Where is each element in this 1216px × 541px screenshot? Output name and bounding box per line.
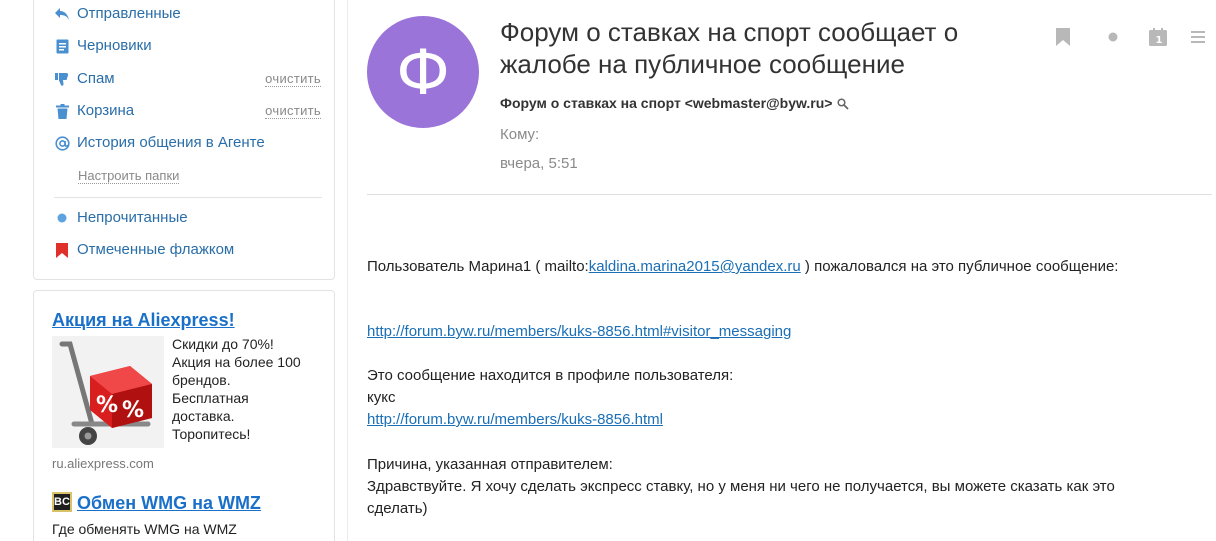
ad-text-line: Скидки до 70%! [172,336,274,352]
setup-folders-link[interactable]: Настроить папки [78,169,180,184]
avatar-letter: Ф [396,35,450,109]
sidebar-item-trash[interactable]: Корзина очистить [34,100,334,122]
ad-aliexpress-text: Скидки до 70%! Акция на более 100 брендо… [172,335,322,443]
message-subject: Форум о ставках на спорт сообщает о жало… [500,16,1020,80]
message-date: вчера, 5:51 [500,155,578,172]
ad-text-line: доставка. [172,408,235,424]
sidebar-item-label: Черновики [77,37,152,54]
ad-aliexpress-image[interactable]: % % [52,336,164,448]
sidebar: Отправленные Черновики Спам очистить Кор… [33,0,335,541]
calendar-icon[interactable]: 1 [1148,27,1168,47]
thumbs-down-icon [54,71,70,87]
ad-text-line: брендов. [172,372,231,388]
subject-line: Форум о ставках на спорт сообщает о [500,17,959,47]
recipient-label: Кому: [500,126,540,143]
sidebar-item-unread[interactable]: Непрочитанные [34,207,334,229]
body-line: Это сообщение находится в профиле пользо… [367,367,734,384]
at-sign-icon [54,135,70,151]
clear-trash-link[interactable]: очистить [265,104,321,119]
body-line: кукс [367,389,396,406]
clear-spam-link[interactable]: очистить [265,72,321,87]
search-icon[interactable] [837,97,850,110]
body-line: Причина, указанная отправителем: [367,456,613,473]
message-sender[interactable]: Форум о ставках на спорт <webmaster@byw.… [500,95,850,111]
ad-wmg-title[interactable]: Обмен WMG на WMZ [77,493,261,514]
ad-text-line: Бесплатная [172,390,249,406]
ad-wmg-text: Где обменять WMG на WMZ [52,521,237,537]
visitor-messaging-link[interactable]: http://forum.byw.ru/members/kuks-8856.ht… [367,323,791,340]
body-text: Пользователь Марина1 ( mailto: [367,258,589,275]
sidebar-item-spam[interactable]: Спам очистить [34,68,334,90]
sidebar-item-sent[interactable]: Отправленные [34,3,334,25]
sidebar-item-label: Отмеченные флажком [77,241,235,258]
sender-name: Форум о ставках на спорт <webmaster@byw.… [500,95,833,111]
body-text: ) пожаловался на это публичное сообщение… [800,258,1119,275]
menu-icon[interactable] [1188,27,1208,47]
profile-link[interactable]: http://forum.byw.ru/members/kuks-8856.ht… [367,411,663,428]
sidebar-item-flagged[interactable]: Отмеченные флажком [34,239,334,261]
body-line: http://forum.byw.ru/members/kuks-8856.ht… [367,321,791,343]
dot-icon [54,210,70,226]
percent-glyph: % [122,398,144,423]
ad-text-line: Торопитесь! [172,426,251,442]
column-separator [347,0,348,541]
sidebar-item-label: Спам [77,70,115,87]
sidebar-item-agent-history[interactable]: История общения в Агенте [34,132,334,154]
folders-divider [54,197,322,198]
mail-page: Отправленные Черновики Спам очистить Кор… [0,0,1216,541]
trash-icon [54,103,70,119]
flag-icon [54,242,70,258]
sidebar-item-label: Непрочитанные [77,209,188,226]
percent-glyph: % [96,393,118,418]
body-line: Здравствуйте. Я хочу сделать экспресс ст… [367,478,1115,495]
sender-avatar[interactable]: Ф [367,16,479,128]
folder-list: Отправленные Черновики Спам очистить Кор… [33,0,335,280]
document-icon [54,38,70,54]
dot-icon[interactable] [1103,27,1123,47]
calendar-day: 1 [1156,35,1163,46]
header-divider [367,194,1212,195]
body-line: http://forum.byw.ru/members/kuks-8856.ht… [367,409,663,431]
bookmark-icon[interactable] [1053,27,1073,47]
ad-aliexpress-domain[interactable]: ru.aliexpress.com [52,456,154,471]
ad-wmg-logo-icon[interactable]: BC [52,492,72,512]
subject-line: жалобе на публичное сообщение [500,49,905,79]
sidebar-item-label: Корзина [77,102,135,119]
sidebar-item-label: История общения в Агенте [77,134,265,151]
complainant-email-link[interactable]: kaldina.marina2015@yandex.ru [589,258,801,275]
ad-text-line: Акция на более 100 [172,354,301,370]
body-line: Пользователь Марина1 ( mailto:kaldina.ma… [367,256,1118,278]
body-line: сделать) [367,500,428,517]
reply-arrow-icon [54,6,70,22]
ads-block: Акция на Aliexpress! % % Скидки до 70%! [33,290,335,541]
message-toolbar: 1 [1050,27,1216,47]
ad-aliexpress-title[interactable]: Акция на Aliexpress! [52,310,235,331]
sidebar-item-drafts[interactable]: Черновики [34,35,334,57]
sidebar-item-label: Отправленные [77,5,181,22]
